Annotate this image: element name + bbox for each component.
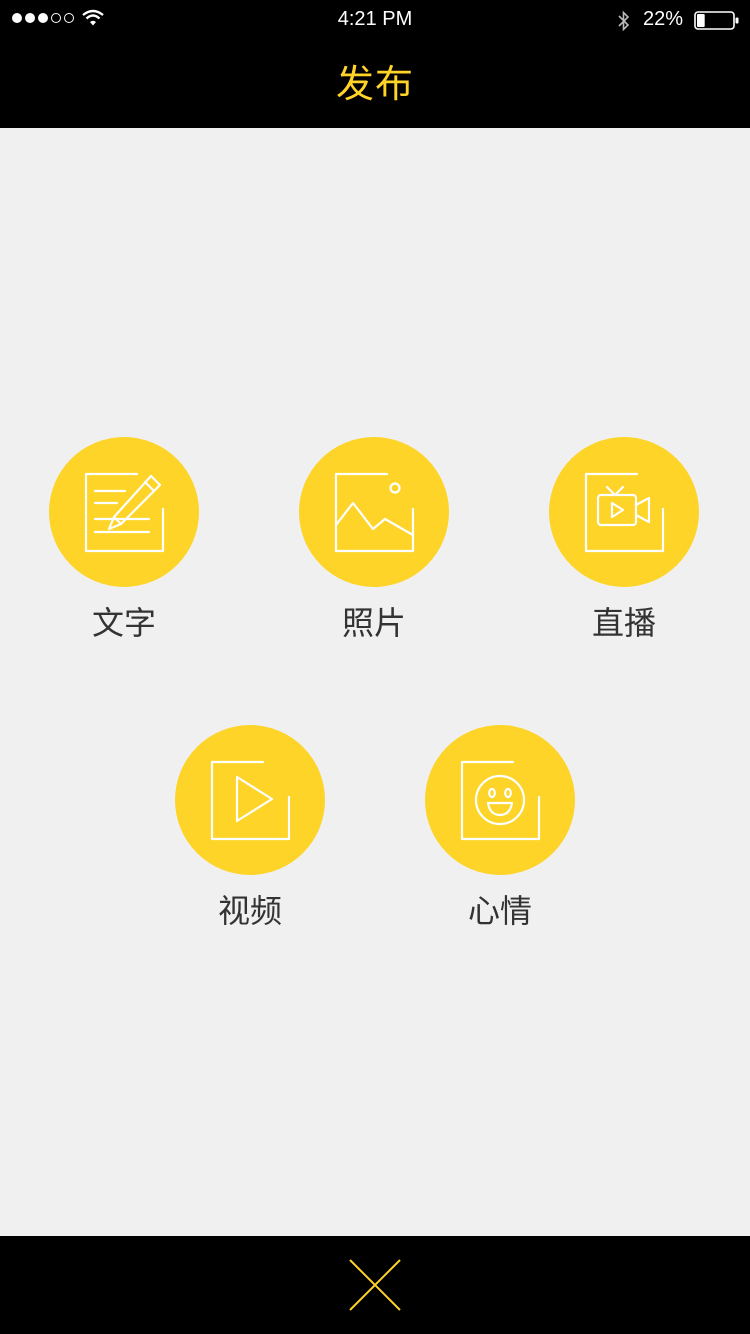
post-text-button[interactable]: 文字 <box>49 437 199 647</box>
post-text-label: 文字 <box>91 604 156 642</box>
post-photo-label: 照片 <box>341 604 406 642</box>
edit-text-icon <box>84 472 165 553</box>
post-video-button[interactable]: 视频 <box>175 725 325 935</box>
post-text-circle <box>49 437 199 587</box>
close-icon <box>349 1259 401 1311</box>
post-live-circle <box>549 437 699 587</box>
post-video-circle <box>175 725 325 875</box>
close-button[interactable] <box>345 1255 405 1315</box>
battery-icon <box>694 11 740 35</box>
post-live-button[interactable]: 直播 <box>549 437 699 647</box>
live-camera-icon <box>584 472 665 553</box>
post-video-label: 视频 <box>217 892 282 930</box>
video-play-icon <box>210 760 291 841</box>
post-mood-button[interactable]: 心情 <box>425 725 575 935</box>
status-time: 4:21 PM <box>337 8 413 30</box>
bluetooth-icon <box>616 9 632 37</box>
battery-percent: 22% <box>643 8 684 30</box>
page-title: 发布 <box>335 62 414 106</box>
post-photo-button[interactable]: 照片 <box>299 437 449 647</box>
post-photo-circle <box>299 437 449 587</box>
photo-icon <box>334 472 415 553</box>
mood-smiley-icon <box>460 760 541 841</box>
status-bar: 4:21 PM 22% <box>0 0 750 40</box>
header: 4:21 PM 22% 发布 <box>0 0 750 128</box>
post-live-label: 直播 <box>591 604 656 642</box>
post-mood-label: 心情 <box>467 892 532 930</box>
post-mood-circle <box>425 725 575 875</box>
